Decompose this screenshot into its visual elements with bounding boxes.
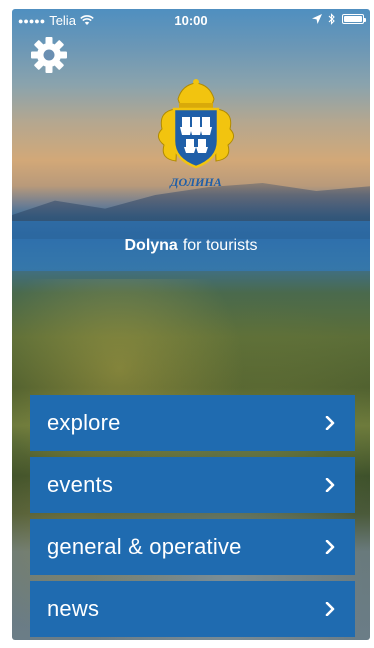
menu-item-events[interactable]: events (30, 457, 355, 513)
chevron-right-icon (323, 478, 337, 492)
menu-item-label: explore (47, 410, 121, 435)
title-subtitle: for tourists (182, 237, 258, 254)
chevron-right-icon (323, 602, 337, 616)
menu-item-label: general & operative (47, 534, 242, 559)
status-bar: ●●●●● Telia 10:00 (12, 9, 370, 31)
chevron-right-icon (323, 540, 337, 554)
logo-wordmark: ДОЛИНА (169, 175, 221, 189)
title-band: Dolyna for tourists (12, 221, 370, 271)
status-right (312, 13, 366, 25)
gear-icon (31, 37, 67, 73)
settings-button[interactable] (28, 34, 70, 76)
chevron-right-icon (323, 416, 337, 430)
title-town: Dolyna (124, 237, 178, 254)
battery-level (344, 16, 362, 22)
battery-icon (342, 14, 366, 24)
menu-item-general-operative[interactable]: general & operative (30, 519, 355, 575)
app-screen: ●●●●● Telia 10:00 ДОЛИНА Dolyna for tour… (12, 9, 370, 640)
location-arrow-icon (312, 14, 322, 24)
menu-item-news[interactable]: news (30, 581, 355, 637)
menu-item-label: events (47, 472, 114, 497)
coat-of-arms-icon: ДОЛИНА (158, 79, 234, 189)
menu-item-label: news (47, 596, 100, 621)
menu-item-explore[interactable]: explore (30, 395, 355, 451)
coat-of-arms-logo: ДОЛИНА (148, 79, 244, 189)
bluetooth-icon (328, 13, 335, 25)
main-menu: explore events general & operative news (30, 395, 355, 640)
